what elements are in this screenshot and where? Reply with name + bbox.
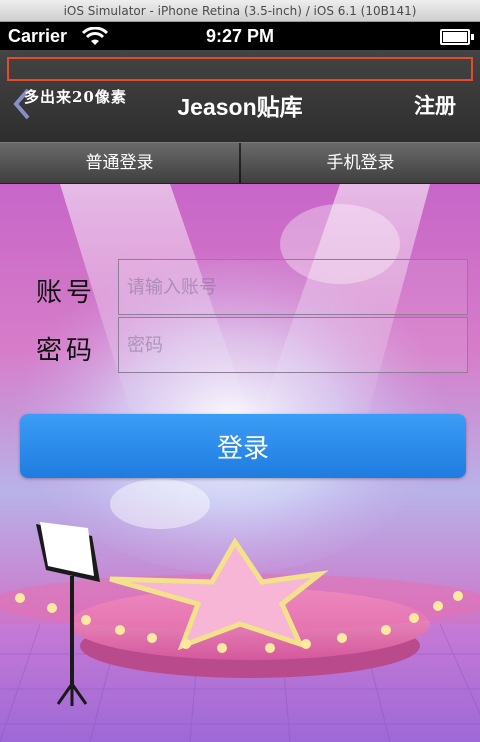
account-label: 账号	[36, 278, 97, 308]
tab-phone-login[interactable]: 手机登录	[241, 143, 480, 183]
password-field[interactable]	[118, 317, 468, 373]
password-input[interactable]	[119, 318, 467, 372]
tab-normal-login[interactable]: 普通登录	[0, 143, 239, 183]
login-content: 账号 密码 登录	[0, 184, 480, 742]
login-mode-tabs: 普通登录 手机登录	[0, 142, 480, 184]
register-button[interactable]: 注册	[414, 90, 456, 120]
extra-space-highlight	[7, 57, 473, 81]
battery-icon	[440, 29, 474, 45]
password-label: 密码	[36, 336, 97, 366]
simulator-titlebar: iOS Simulator - iPhone Retina (3.5-inch)…	[0, 0, 480, 22]
page-title: Jeason贴库	[177, 94, 303, 120]
status-bar: Carrier 9:27 PM	[0, 22, 480, 50]
account-field[interactable]	[118, 259, 468, 315]
window-title: iOS Simulator - iPhone Retina (3.5-inch)…	[63, 4, 417, 18]
simulator-window: iOS Simulator - iPhone Retina (3.5-inch)…	[0, 0, 480, 742]
account-input[interactable]	[119, 260, 467, 314]
status-time: 9:27 PM	[205, 26, 275, 46]
login-button[interactable]: 登录	[20, 414, 466, 478]
